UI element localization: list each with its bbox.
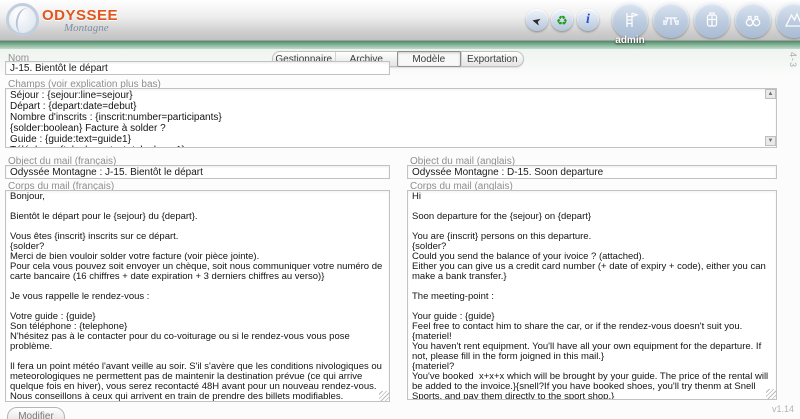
back-arrow-icon: ➤	[531, 13, 543, 26]
admin-profile-label: admin	[612, 35, 648, 46]
picnic-profile-button[interactable]	[653, 2, 689, 38]
champs-scroll-up-arrow[interactable]: ▲	[765, 89, 776, 99]
back-button[interactable]: ➤	[526, 9, 548, 31]
objet-en-input[interactable]	[407, 165, 777, 179]
champs-textarea[interactable]: Séjour : {sejour:line=sejour} Départ : {…	[5, 88, 777, 148]
corps-fr-textarea[interactable]: Bonjour, Bientôt le départ pour le {sejo…	[5, 190, 390, 402]
logo-globe-icon	[6, 3, 39, 36]
nom-input[interactable]	[5, 61, 390, 75]
mountain-profile-button[interactable]	[776, 2, 800, 38]
modifier-button[interactable]: Modifier	[7, 407, 65, 419]
binoculars-icon	[743, 10, 763, 30]
corps-en-textarea[interactable]: Hi Soon departure for the {sejour} on {d…	[407, 190, 777, 400]
admin-icon	[620, 10, 640, 30]
tab-exportation[interactable]: Exportation	[461, 52, 524, 66]
equipment-profile-button[interactable]	[694, 2, 730, 38]
version-label: v1.14	[772, 404, 794, 414]
refresh-button[interactable]: ♻	[551, 9, 573, 31]
app-window: ODYSSEE Montagne ➤ ♻ i	[0, 0, 800, 419]
green-divider-bar	[0, 41, 800, 49]
logo-subtitle: Montagne	[64, 22, 109, 34]
picnic-table-icon	[661, 10, 681, 30]
objet-fr-input[interactable]	[5, 165, 390, 179]
info-icon: i	[586, 13, 590, 27]
mountain-icon	[784, 10, 800, 30]
page-marker: 4-3	[788, 52, 798, 68]
corps-en-resize-grip[interactable]	[766, 389, 776, 399]
header-bar: ODYSSEE Montagne ➤ ♻ i	[0, 0, 800, 41]
recycle-icon: ♻	[556, 14, 568, 27]
admin-profile-button[interactable]	[612, 2, 648, 38]
corps-fr-resize-grip[interactable]	[379, 391, 389, 401]
tab-modele[interactable]: Modèle	[397, 51, 461, 67]
champs-scroll-down-arrow[interactable]: ▼	[765, 136, 776, 146]
backpack-icon	[702, 10, 722, 30]
binoculars-profile-button[interactable]	[735, 2, 771, 38]
info-button[interactable]: i	[577, 9, 599, 31]
